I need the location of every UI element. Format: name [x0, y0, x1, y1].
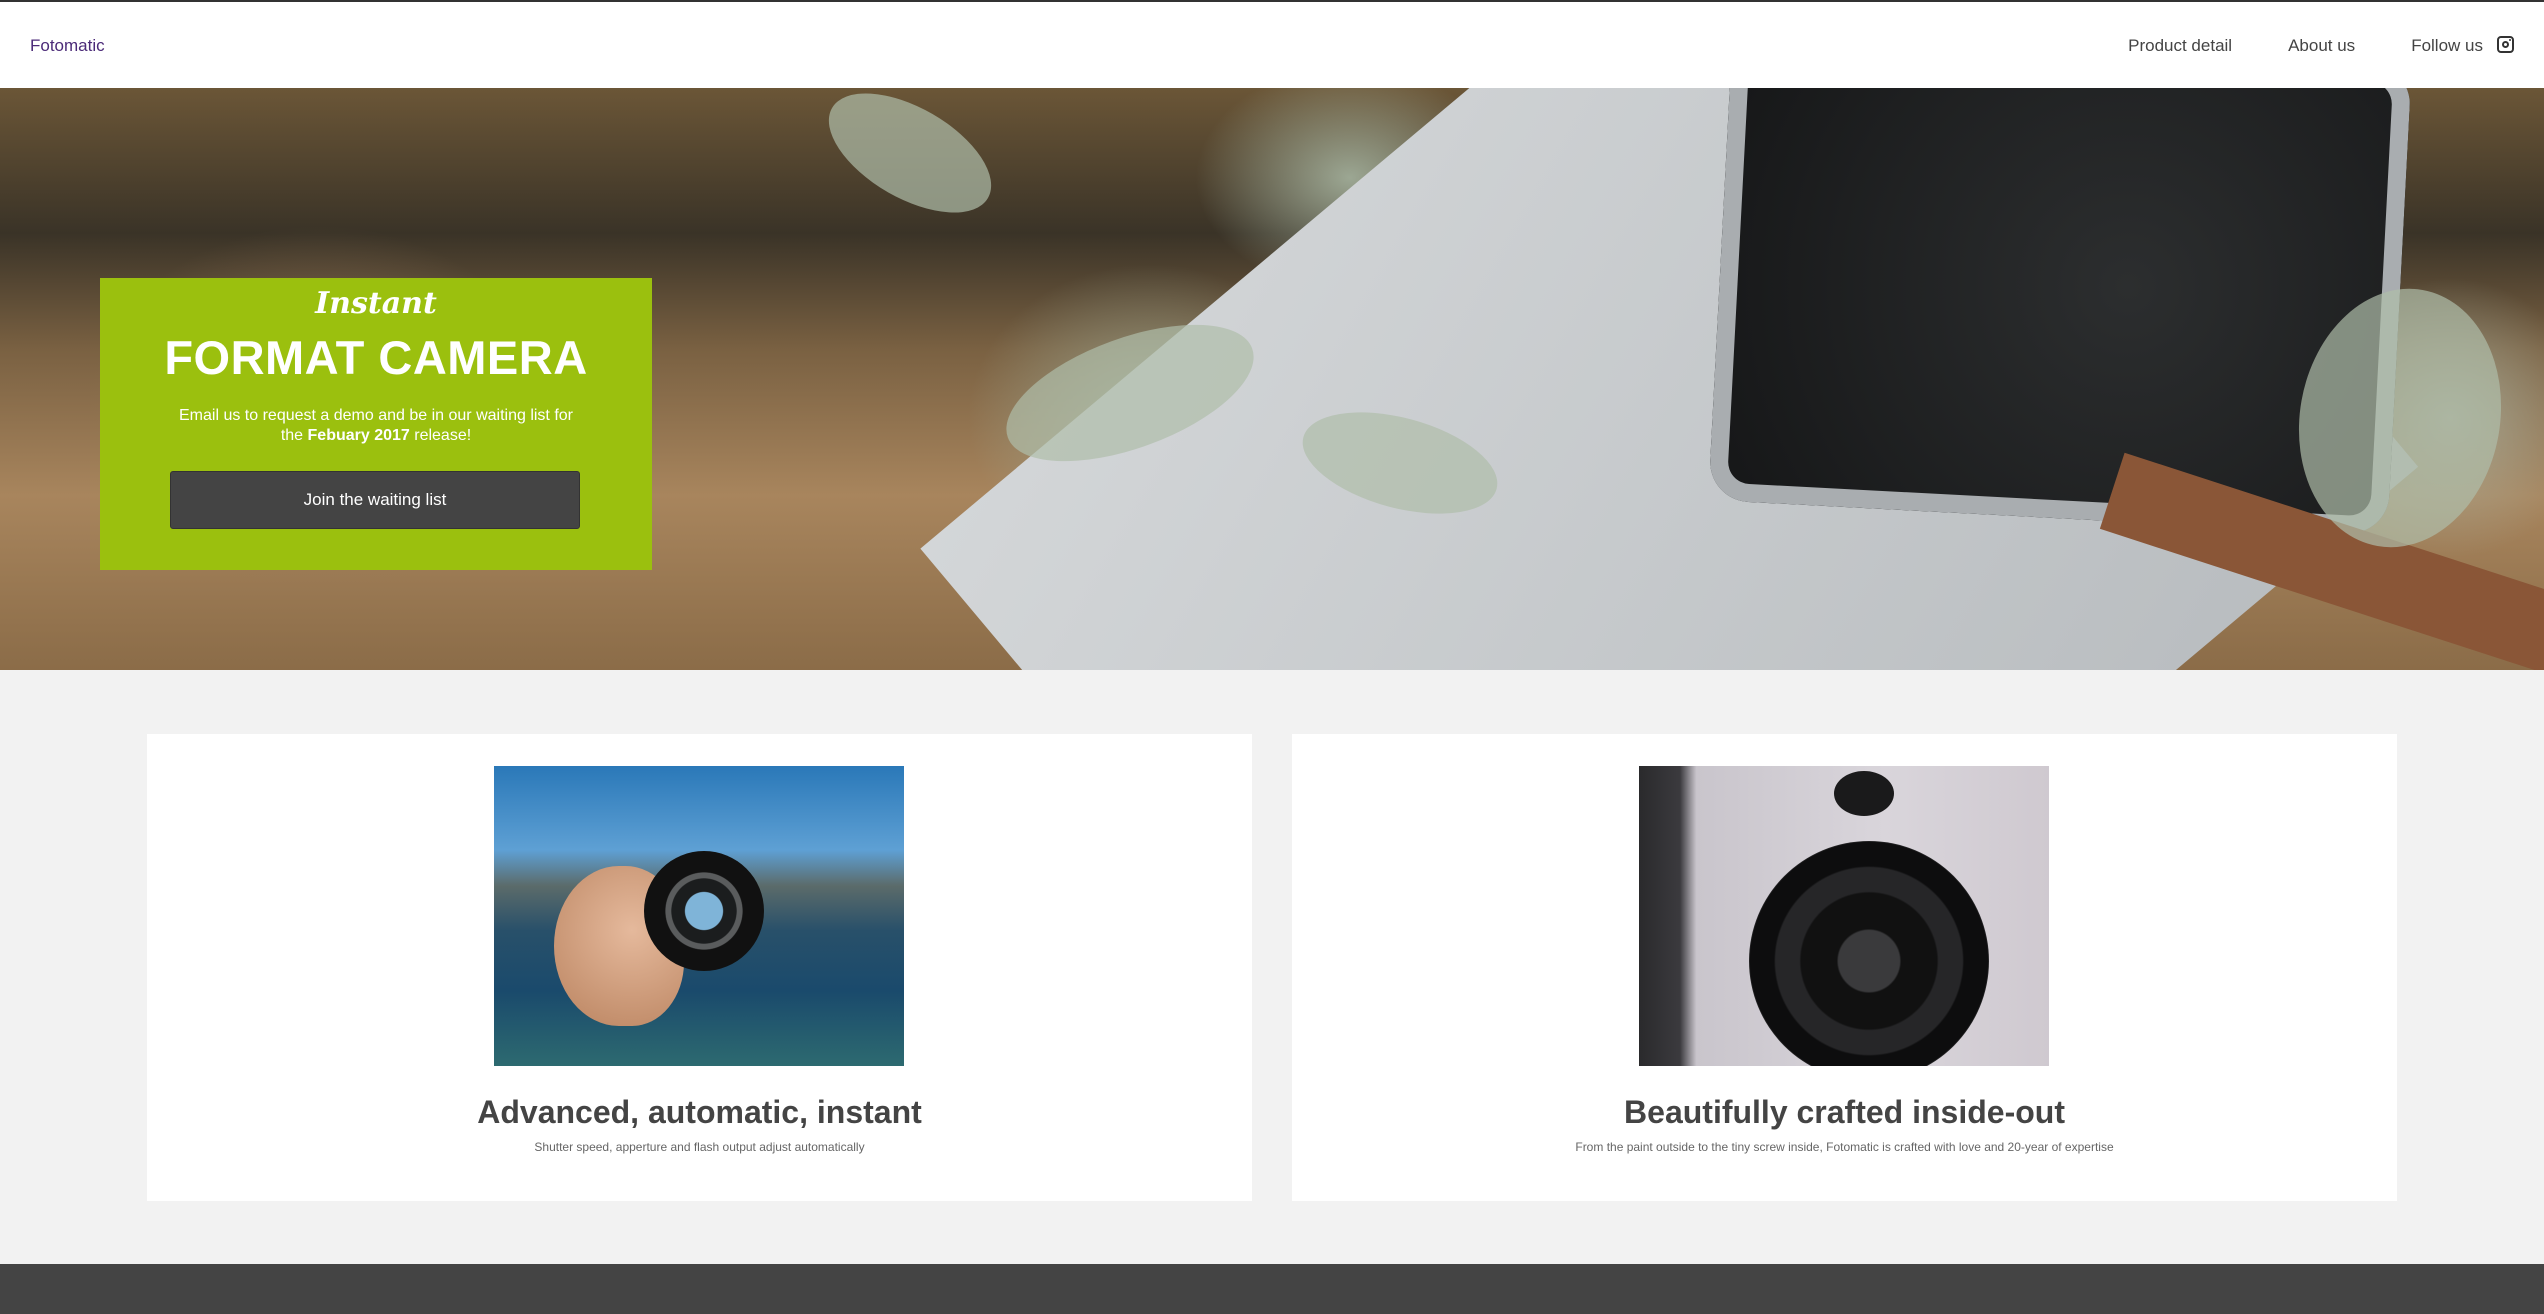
page-footer — [0, 1264, 2544, 1314]
feature-title: Beautifully crafted inside-out — [1624, 1094, 2065, 1130]
join-waiting-list-button[interactable]: Join the waiting list — [170, 471, 580, 529]
hero-title: FORMAT CAMERA — [164, 331, 588, 384]
hero-banner: Instant FORMAT CAMERA Email us to reques… — [0, 88, 2544, 670]
nav-about-us-link[interactable]: About us — [2288, 36, 2355, 56]
feature-subtitle: From the paint outside to the tiny screw… — [1575, 1140, 2114, 1154]
camera-knob-shape — [1834, 771, 1894, 816]
instant-camera-lens-closeup-image — [1639, 766, 2049, 1066]
nav-follow-us-link[interactable]: Follow us — [2411, 36, 2483, 56]
feature-card: Advanced, automatic, instant Shutter spe… — [147, 734, 1252, 1201]
hero-description: Email us to request a demo and be in our… — [170, 406, 582, 446]
feature-title: Advanced, automatic, instant — [477, 1094, 922, 1130]
lens-shape — [644, 851, 764, 971]
hero-background-leaf — [809, 88, 1011, 237]
main-nav: Product detail About us Follow us — [2072, 35, 2514, 56]
instagram-icon[interactable] — [2497, 35, 2514, 53]
nav-product-detail-link[interactable]: Product detail — [2128, 36, 2232, 56]
top-navbar: Fotomatic Product detail About us Follow… — [0, 0, 2544, 88]
hero-text-after: release! — [409, 427, 472, 444]
camera-lens-held-over-lake-image — [494, 766, 904, 1066]
promo-box: Instant FORMAT CAMERA Email us to reques… — [100, 278, 652, 570]
feature-subtitle: Shutter speed, apperture and flash outpu… — [534, 1140, 865, 1154]
lens-shape — [1749, 841, 1989, 1066]
feature-card: Beautifully crafted inside-out From the … — [1292, 734, 2397, 1201]
brand-logo-link[interactable]: Fotomatic — [30, 36, 105, 56]
hero-script-title: Instant — [315, 286, 437, 321]
hero-release-date: Febuary 2017 — [307, 427, 410, 444]
